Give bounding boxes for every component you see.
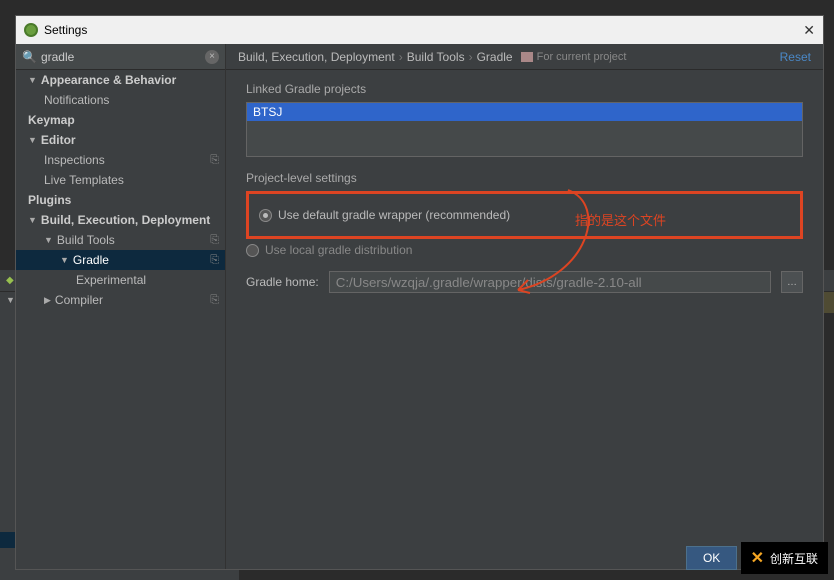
profile-icon: ⎘	[210, 254, 219, 267]
linked-projects-label: Linked Gradle projects	[246, 82, 803, 96]
app-icon	[24, 23, 38, 37]
nav-compiler[interactable]: ▶Compiler⎘	[16, 290, 225, 310]
logo-icon: ✕	[751, 548, 764, 568]
nav-gradle[interactable]: ▼Gradle⎘	[16, 250, 225, 270]
android-icon: ◆	[6, 275, 14, 286]
nav-appearance[interactable]: ▼Appearance & Behavior	[16, 70, 225, 90]
browse-button[interactable]: …	[781, 271, 803, 293]
linked-project-item[interactable]: BTSJ	[247, 103, 802, 121]
watermark-logo: ✕ 创新互联	[741, 542, 828, 574]
settings-dialog: Settings ✕ 🔍 × ▼Appearance & Behavior No…	[15, 15, 824, 570]
annotation-text: 指的是这个文件	[575, 210, 666, 229]
close-window-button[interactable]: ✕	[803, 22, 815, 39]
nav-plugins[interactable]: Plugins	[16, 190, 225, 210]
nav-live-templates[interactable]: Live Templates	[16, 170, 225, 190]
clear-search-button[interactable]: ×	[205, 50, 219, 64]
profile-icon: ⎘	[210, 154, 219, 167]
project-icon	[521, 52, 533, 62]
gradle-home-label: Gradle home:	[246, 275, 319, 289]
search-input[interactable]	[41, 50, 205, 64]
settings-search[interactable]: 🔍 ×	[16, 44, 225, 70]
search-icon: 🔍	[22, 50, 37, 64]
reset-link[interactable]: Reset	[780, 50, 811, 64]
nav-editor[interactable]: ▼Editor	[16, 130, 225, 150]
settings-nav-tree[interactable]: ▼Appearance & Behavior Notifications Key…	[16, 70, 225, 569]
nav-experimental[interactable]: Experimental	[16, 270, 225, 290]
titlebar: Settings ✕	[16, 16, 823, 44]
profile-icon: ⎘	[210, 234, 219, 247]
nav-notifications[interactable]: Notifications	[16, 90, 225, 110]
gradle-home-input[interactable]	[329, 271, 771, 293]
radio-icon	[246, 244, 259, 257]
ok-button[interactable]: OK	[686, 546, 737, 570]
nav-inspections[interactable]: Inspections⎘	[16, 150, 225, 170]
linked-projects-list[interactable]: BTSJ	[246, 102, 803, 157]
project-level-label: Project-level settings	[246, 171, 803, 185]
nav-keymap[interactable]: Keymap	[16, 110, 225, 130]
radio-local-distribution[interactable]: Use local gradle distribution	[246, 239, 803, 261]
radio-default-wrapper[interactable]: Use default gradle wrapper (recommended)	[259, 204, 790, 226]
nav-build-execution-deployment[interactable]: ▼Build, Execution, Deployment	[16, 210, 225, 230]
window-title: Settings	[44, 23, 87, 37]
radio-icon	[259, 209, 272, 222]
profile-icon: ⎘	[210, 294, 219, 307]
annotation-highlight-box: Use default gradle wrapper (recommended)	[246, 191, 803, 239]
nav-build-tools[interactable]: ▼Build Tools⎘	[16, 230, 225, 250]
breadcrumb: Build, Execution, Deployment› Build Tool…	[226, 44, 823, 70]
